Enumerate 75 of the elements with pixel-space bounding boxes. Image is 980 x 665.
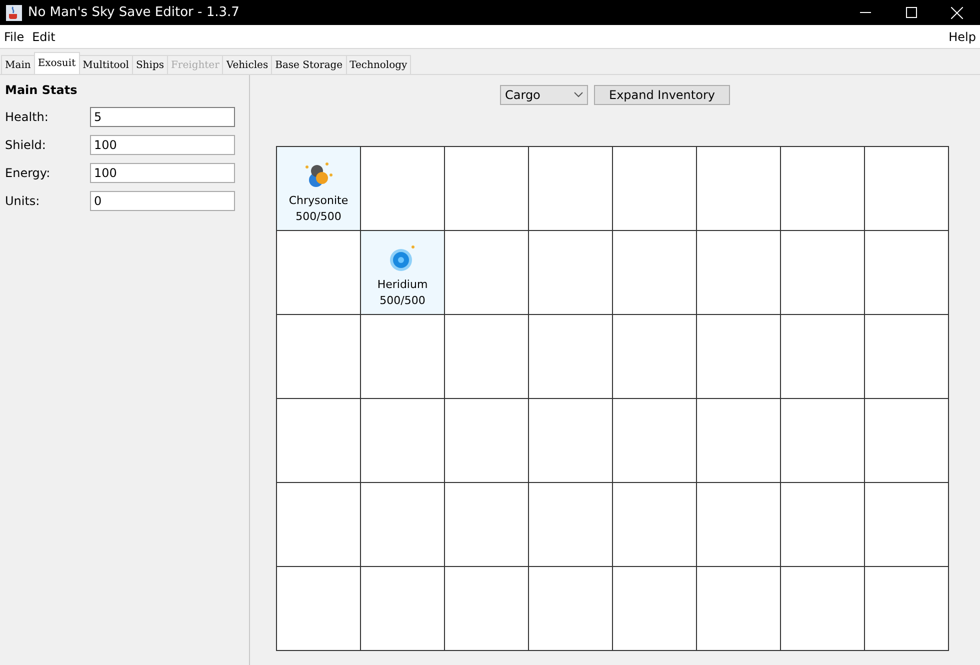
inventory-slot[interactable]: Chrysonite 500/500 [277, 147, 361, 231]
inventory-slot[interactable] [613, 147, 697, 231]
item-amount: 500/500 [296, 209, 342, 225]
inventory-slot[interactable] [277, 399, 361, 483]
inventory-slot[interactable] [613, 399, 697, 483]
inventory-slot[interactable] [529, 567, 613, 651]
inventory-slot[interactable] [529, 231, 613, 315]
input-field[interactable]: 100 [90, 163, 235, 183]
tab[interactable]: Exosuit [34, 52, 80, 74]
inventory-slot[interactable]: Heridium 500/500 [361, 231, 445, 315]
inventory-slot[interactable] [697, 147, 781, 231]
inventory-slot[interactable] [613, 567, 697, 651]
inventory-dropdown[interactable]: Cargo [500, 85, 588, 105]
inventory-slot[interactable] [781, 231, 865, 315]
inventory-slot[interactable] [781, 567, 865, 651]
inventory-slot[interactable] [361, 315, 445, 399]
inventory-slot[interactable] [613, 231, 697, 315]
inventory-slot[interactable] [865, 315, 949, 399]
inventory-slot[interactable] [445, 483, 529, 567]
inventory-slot[interactable] [697, 567, 781, 651]
inventory-slot[interactable] [697, 399, 781, 483]
inventory-slot[interactable] [865, 567, 949, 651]
inventory-slot[interactable] [361, 399, 445, 483]
input-field[interactable]: 100 [90, 135, 235, 155]
field-label: Units: [5, 194, 41, 208]
inventory-slot[interactable] [361, 483, 445, 567]
inventory-slot[interactable] [529, 483, 613, 567]
item-name: Chrysonite [288, 193, 348, 209]
menu-item[interactable]: File [0, 30, 28, 44]
field-label: Health: [5, 110, 50, 124]
close-icon [951, 6, 963, 18]
maximize-icon [906, 7, 916, 18]
tab[interactable]: Technology [346, 55, 412, 74]
inventory-slot[interactable] [361, 147, 445, 231]
inventory-slot[interactable] [361, 567, 445, 651]
inventory-slot[interactable] [697, 315, 781, 399]
inventory-slot[interactable] [277, 483, 361, 567]
inventory-slot[interactable] [697, 231, 781, 315]
window-title: No Man's Sky Save Editor - 1.3.7 [28, 5, 240, 20]
input-field[interactable]: 5 [90, 107, 235, 127]
inventory-slot[interactable] [277, 315, 361, 399]
inventory-slot[interactable] [781, 315, 865, 399]
input-field[interactable]: 0 [90, 191, 235, 211]
inventory-slot[interactable] [529, 399, 613, 483]
menu-item[interactable]: Help [944, 30, 980, 44]
inventory-slot[interactable] [865, 399, 949, 483]
field-label: Shield: [5, 138, 47, 152]
section-title: Main Stats [5, 83, 78, 97]
menu-item[interactable]: Edit [28, 30, 60, 44]
inventory-slot[interactable] [529, 147, 613, 231]
coffee-cup-icon [6, 4, 22, 20]
inventory-slot[interactable] [697, 483, 781, 567]
inventory-slot[interactable] [781, 399, 865, 483]
inventory-slot[interactable] [445, 567, 529, 651]
inventory-slot[interactable] [445, 147, 529, 231]
item-name: Heridium [377, 277, 428, 293]
inventory-slot[interactable] [781, 147, 865, 231]
inventory-slot[interactable] [865, 147, 949, 231]
expand-button[interactable]: Expand Inventory [594, 85, 730, 105]
inventory-slot[interactable] [277, 567, 361, 651]
item-amount: 500/500 [380, 293, 426, 309]
inventory-slot[interactable] [277, 231, 361, 315]
inventory-slot[interactable] [613, 315, 697, 399]
field-label: Energy: [5, 166, 52, 180]
inventory-slot[interactable] [613, 483, 697, 567]
chevron-down-icon [574, 92, 583, 98]
inventory-slot[interactable] [445, 315, 529, 399]
inventory-slot[interactable] [445, 231, 529, 315]
inventory-slot[interactable] [529, 315, 613, 399]
inventory-slot[interactable] [781, 483, 865, 567]
inventory-slot[interactable] [865, 231, 949, 315]
inventory-slot[interactable] [865, 483, 949, 567]
orb-icon [388, 243, 418, 273]
inventory-slot[interactable] [445, 399, 529, 483]
tab[interactable]: Main [1, 55, 35, 74]
